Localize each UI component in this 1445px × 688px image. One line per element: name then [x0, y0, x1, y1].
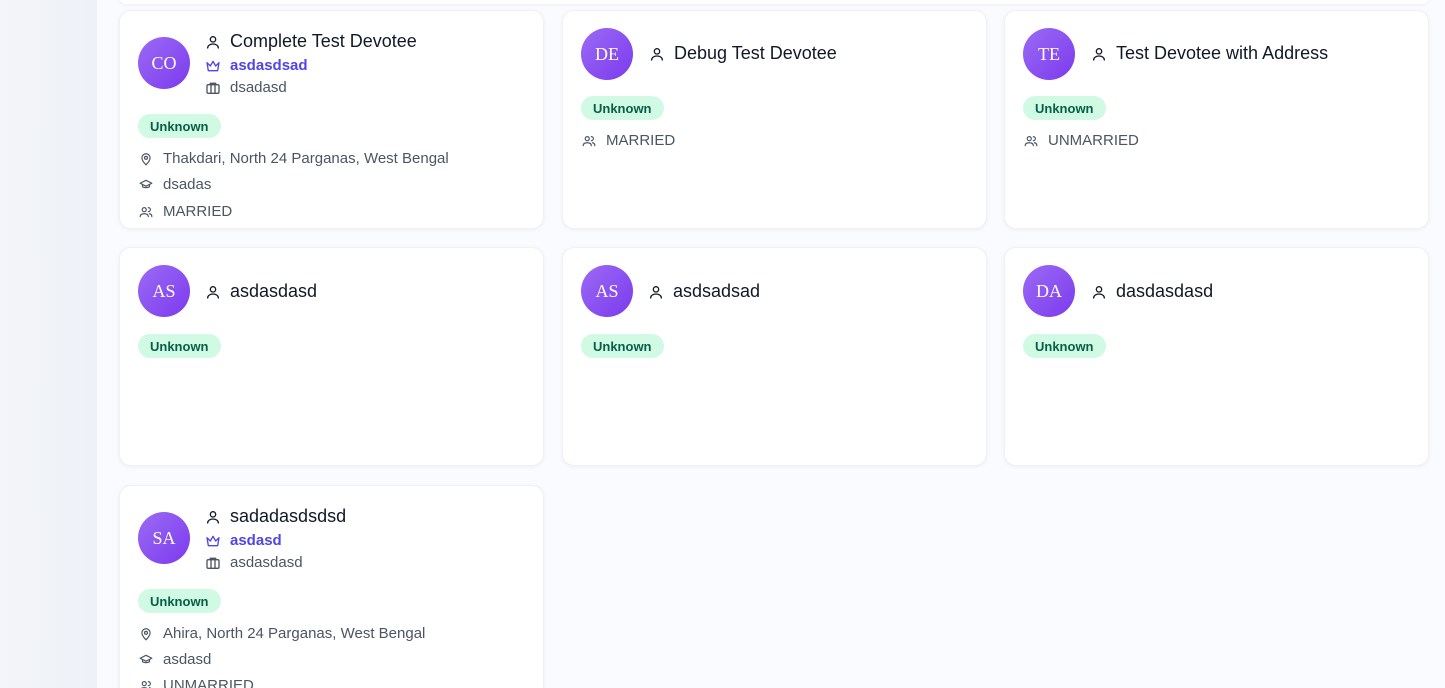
devotee-name-row: asdasdasd [205, 281, 317, 302]
education-text: dsadas [163, 176, 212, 193]
organization-row: asdasdasd [205, 554, 303, 571]
marital-text: UNMARRIED [1048, 132, 1139, 149]
leader-row: asdasd [205, 532, 282, 549]
marital-text: MARRIED [163, 203, 233, 220]
devotee-name-row: Test Devotee with Address [1091, 43, 1328, 64]
marital-row: UNMARRIED [138, 677, 254, 688]
devotee-name: dasdasdasd [1116, 281, 1214, 301]
devotee-card[interactable]: TE Test Devotee with Address Unknown UNM… [1004, 10, 1429, 229]
users-icon [581, 133, 597, 149]
devotee-card[interactable]: DE Debug Test Devotee Unknown MARRIED [562, 10, 987, 229]
education-row: asdasd [138, 651, 211, 668]
status-badge: Unknown [138, 114, 221, 138]
status-badge: Unknown [1023, 96, 1106, 120]
marital-text: MARRIED [606, 132, 676, 149]
user-icon [205, 509, 221, 525]
location-row: Thakdari, North 24 Parganas, West Bengal [138, 150, 449, 167]
status-badge: Unknown [1023, 334, 1106, 358]
devotee-card[interactable]: DA dasdasdasd Unknown [1004, 247, 1429, 466]
marital-row: MARRIED [581, 132, 675, 149]
marital-row: MARRIED [138, 203, 232, 220]
avatar: CO [138, 37, 190, 89]
user-icon [649, 46, 665, 62]
devotee-name-row: sadadasdsdsd [205, 506, 346, 527]
graduation-cap-icon [138, 177, 154, 193]
avatar: AS [581, 265, 633, 317]
organization-name: asdasdasd [230, 554, 303, 571]
users-icon [1023, 133, 1039, 149]
user-icon [205, 34, 221, 50]
location-text: Ahira, North 24 Parganas, West Bengal [163, 625, 426, 642]
avatar: DA [1023, 265, 1075, 317]
user-icon [205, 284, 221, 300]
devotee-name: Complete Test Devotee [230, 31, 417, 51]
briefcase-icon [205, 555, 221, 571]
avatar: SA [138, 512, 190, 564]
devotee-name: sadadasdsdsd [230, 506, 347, 526]
devotee-name-row: asdsadsad [648, 281, 760, 302]
users-icon [138, 678, 154, 688]
graduation-cap-icon [138, 652, 154, 668]
devotee-name-row: Complete Test Devotee [205, 31, 417, 52]
user-icon [1091, 46, 1107, 62]
education-text: asdasd [163, 651, 212, 668]
sidebar [0, 0, 98, 688]
map-pin-icon [138, 151, 154, 167]
devotee-card[interactable]: SA sadadasdsdsd asdasd asdasdasd Unknown… [119, 485, 544, 688]
devotee-card[interactable]: AS asdsadsad Unknown [562, 247, 987, 466]
avatar: TE [1023, 28, 1075, 80]
devotee-name-row: Debug Test Devotee [649, 43, 837, 64]
status-badge: Unknown [138, 334, 221, 358]
leader-row: asdasdsad [205, 57, 308, 74]
map-pin-icon [138, 626, 154, 642]
devotee-name-row: dasdasdasd [1091, 281, 1213, 302]
devotee-grid: CO Complete Test Devotee asdasdsad dsada… [97, 0, 1445, 688]
avatar: AS [138, 265, 190, 317]
crown-icon [205, 533, 221, 549]
devotee-name: Test Devotee with Address [1116, 43, 1329, 63]
users-icon [138, 204, 154, 220]
user-icon [648, 284, 664, 300]
leader-name: asdasd [230, 532, 282, 549]
organization-row: dsadasd [205, 79, 287, 96]
crown-icon [205, 58, 221, 74]
status-badge: Unknown [581, 334, 664, 358]
devotee-card[interactable]: CO Complete Test Devotee asdasdsad dsada… [119, 10, 544, 229]
marital-row: UNMARRIED [1023, 132, 1139, 149]
devotee-name: asdsadsad [673, 281, 761, 301]
avatar: DE [581, 28, 633, 80]
header-panel-edge [119, 0, 1429, 4]
organization-name: dsadasd [230, 79, 287, 96]
marital-text: UNMARRIED [163, 677, 254, 688]
devotee-name: Debug Test Devotee [674, 43, 837, 63]
devotee-name: asdasdasd [230, 281, 318, 301]
devotee-card[interactable]: AS asdasdasd Unknown [119, 247, 544, 466]
location-text: Thakdari, North 24 Parganas, West Bengal [163, 150, 449, 167]
status-badge: Unknown [581, 96, 664, 120]
location-row: Ahira, North 24 Parganas, West Bengal [138, 625, 425, 642]
education-row: dsadas [138, 176, 211, 193]
status-badge: Unknown [138, 589, 221, 613]
briefcase-icon [205, 80, 221, 96]
leader-name: asdasdsad [230, 57, 308, 74]
user-icon [1091, 284, 1107, 300]
